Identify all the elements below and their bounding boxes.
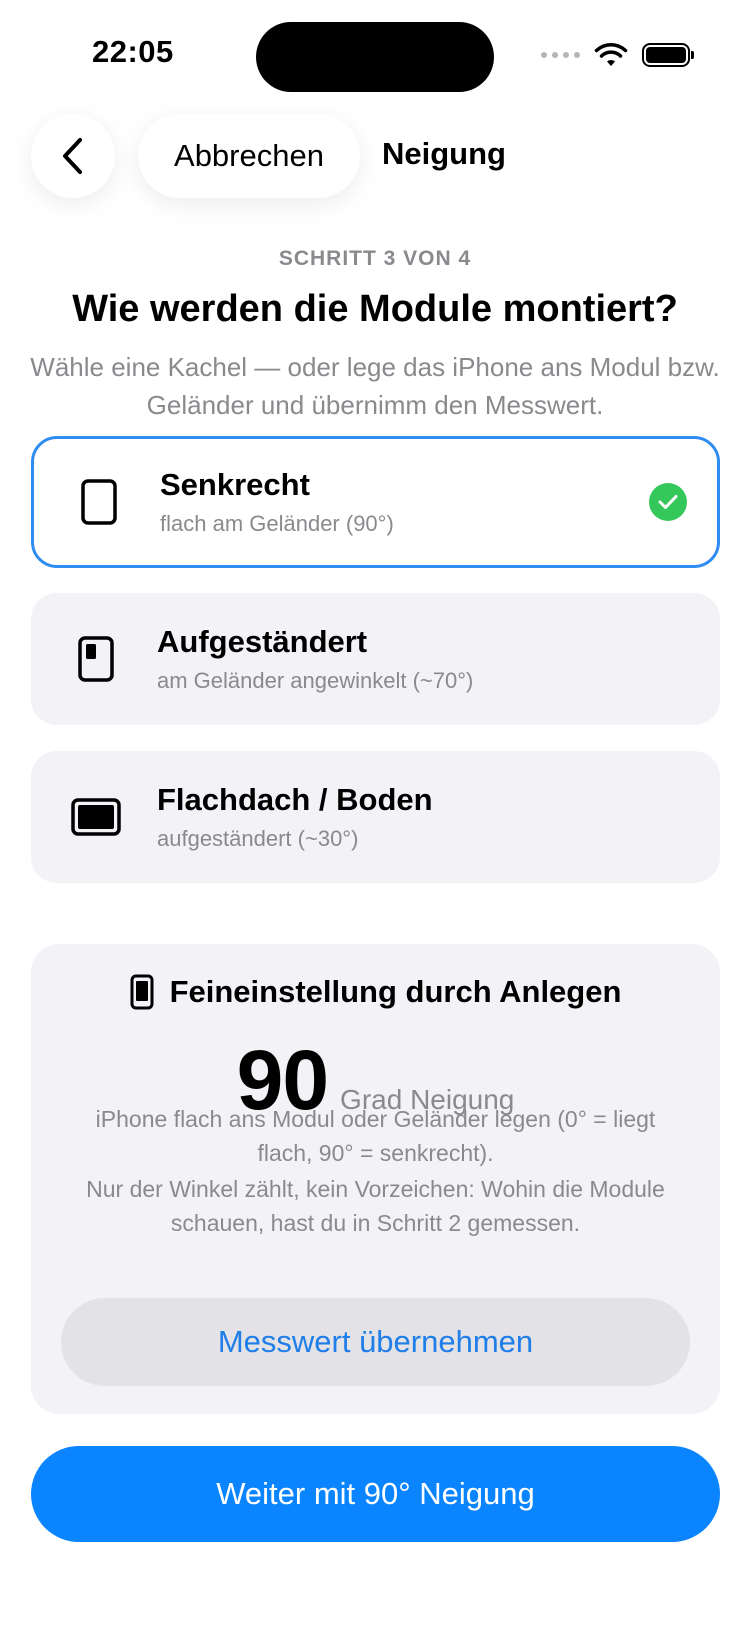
fine-tune-panel: Feineinstellung durch Anlegen 90 Grad Ne…	[31, 944, 720, 1414]
status-time: 22:05	[92, 34, 174, 69]
hint-text-1: iPhone flach ans Modul oder Geländer leg…	[95, 1106, 656, 1166]
option-title: Aufgeständert	[157, 624, 368, 659]
option-card-aufgestaendert[interactable]: Aufgeständert am Geländer angewinkelt (~…	[31, 593, 720, 725]
back-button[interactable]	[31, 114, 115, 198]
battery-icon	[642, 43, 694, 67]
wifi-icon	[594, 43, 628, 66]
option-card-senkrecht[interactable]: Senkrecht flach am Geländer (90°)	[31, 436, 720, 568]
tilted-panel-icon	[61, 636, 131, 682]
option-title: Flachdach / Boden	[157, 782, 433, 817]
cellular-signal-icon	[541, 52, 580, 58]
step-indicator: SCHRITT 3 VON 4	[278, 247, 472, 270]
iphone-icon	[130, 974, 154, 1010]
page-title: Wie werden die Module montiert?	[72, 288, 678, 330]
hint-text-2: Nur der Winkel zählt, kein Vorzeichen: W…	[86, 1176, 665, 1236]
chevron-left-icon	[63, 138, 82, 174]
option-subtitle: am Geländer angewinkelt (~70°)	[157, 668, 474, 693]
continue-button[interactable]: Weiter mit 90° Neigung	[31, 1446, 720, 1542]
option-subtitle: aufgeständert (~30°)	[157, 826, 359, 851]
option-subtitle: flach am Geländer (90°)	[160, 511, 394, 536]
portrait-rect-icon	[64, 479, 134, 525]
nav-title: Neigung	[382, 136, 506, 171]
dynamic-island	[256, 22, 494, 92]
fine-tune-title: Feineinstellung durch Anlegen	[169, 974, 622, 1009]
fine-tune-header: Feineinstellung durch Anlegen	[31, 974, 720, 1010]
cancel-button[interactable]: Abbrechen	[138, 114, 360, 198]
apply-measurement-button[interactable]: Messwert übernehmen	[61, 1298, 690, 1386]
option-title: Senkrecht	[160, 467, 310, 502]
landscape-rect-icon	[61, 798, 131, 836]
page-subtitle: Wähle eine Kachel — oder lege das iPhone…	[30, 352, 720, 420]
status-icons	[541, 42, 694, 68]
screen: 22:05 Abbrechen Neigung SCHRITT 3 VON 4 …	[0, 0, 750, 1626]
checkmark-icon	[649, 483, 687, 521]
option-card-flachdach[interactable]: Flachdach / Boden aufgeständert (~30°)	[31, 751, 720, 883]
